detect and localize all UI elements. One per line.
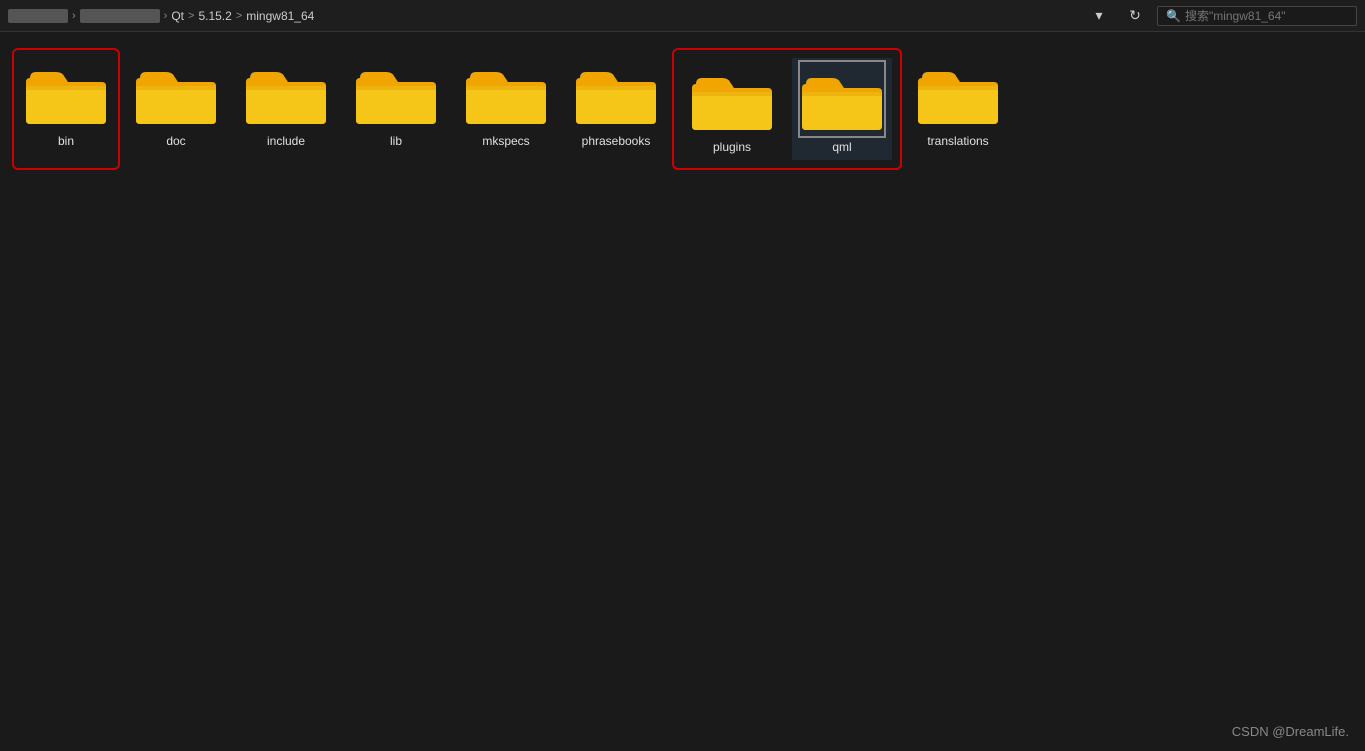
search-box[interactable]: 🔍 xyxy=(1157,6,1357,26)
content-area: bin doc include lib mkspecs phrasebooks plugin… xyxy=(0,32,1365,186)
folder-item-phrasebooks[interactable]: phrasebooks xyxy=(566,52,666,166)
folder-label-lib: lib xyxy=(390,134,402,148)
folder-item-qml[interactable]: qml xyxy=(792,58,892,160)
watermark: CSDN @DreamLife. xyxy=(1232,724,1349,739)
path-version: 5.15.2 xyxy=(198,9,231,23)
titlebar-dropdown-btn[interactable]: ▾ xyxy=(1085,6,1113,26)
path-folder: mingw81_64 xyxy=(246,9,314,23)
path-qt: Qt xyxy=(171,9,184,23)
folder-icon-mkspecs xyxy=(466,58,546,128)
sep-4: > xyxy=(236,10,242,22)
folder-icon-doc xyxy=(136,58,216,128)
folder-label-include: include xyxy=(267,134,305,148)
folder-item-mkspecs[interactable]: mkspecs xyxy=(456,52,556,166)
sep-3: > xyxy=(188,10,194,22)
folder-icon-lib xyxy=(356,58,436,128)
folder-icon-qml xyxy=(802,64,882,134)
folder-icon-plugins xyxy=(692,64,772,134)
search-icon: 🔍 xyxy=(1166,9,1181,23)
folder-item-translations[interactable]: translations xyxy=(908,52,1008,166)
sep-1: › xyxy=(72,10,76,22)
folder-label-bin: bin xyxy=(58,134,74,148)
folder-label-translations: translations xyxy=(927,134,988,148)
folder-item-include[interactable]: include xyxy=(236,52,336,166)
folder-icon-translations xyxy=(918,58,998,128)
folder-label-qml: qml xyxy=(832,140,851,154)
titlebar-breadcrumb: › › Qt > 5.15.2 > mingw81_64 xyxy=(8,9,1077,23)
folder-label-phrasebooks: phrasebooks xyxy=(582,134,651,148)
folder-item-doc[interactable]: doc xyxy=(126,52,226,166)
titlebar: › › Qt > 5.15.2 > mingw81_64 ▾ ↻ 🔍 xyxy=(0,0,1365,32)
folder-group-plugins-qml: plugins qml xyxy=(676,52,898,166)
sep-2: › xyxy=(164,10,168,22)
folder-icon-bin xyxy=(26,58,106,128)
folder-label-plugins: plugins xyxy=(713,140,751,154)
folder-icon-phrasebooks xyxy=(576,58,656,128)
folder-icon-include xyxy=(246,58,326,128)
folder-label-doc: doc xyxy=(166,134,185,148)
folder-item-bin[interactable]: bin xyxy=(16,52,116,166)
folder-label-mkspecs: mkspecs xyxy=(482,134,529,148)
search-input[interactable] xyxy=(1185,9,1348,23)
blurred-path-2 xyxy=(80,9,160,23)
blurred-path-1 xyxy=(8,9,68,23)
folder-item-plugins[interactable]: plugins xyxy=(682,58,782,160)
titlebar-refresh-btn[interactable]: ↻ xyxy=(1121,6,1149,26)
folder-item-lib[interactable]: lib xyxy=(346,52,446,166)
